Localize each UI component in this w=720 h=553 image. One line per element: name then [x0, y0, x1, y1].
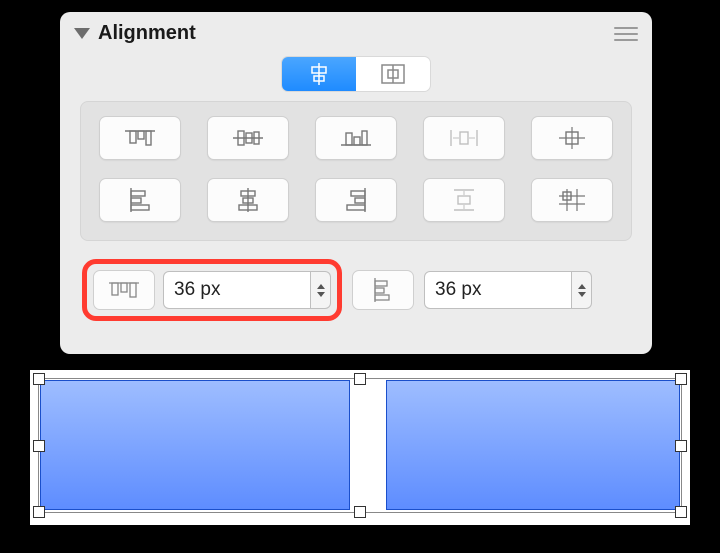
resize-handle[interactable] [33, 373, 45, 385]
horizontal-spacing-highlight: 36 px [82, 259, 342, 321]
align-grid-button[interactable] [531, 178, 613, 222]
spread-vertically-button[interactable] [423, 178, 505, 222]
distribute-h-icon [109, 279, 139, 301]
distribute-v-icon [371, 278, 395, 302]
align-bottom-button[interactable] [315, 116, 397, 160]
spread-horizontally-button[interactable] [423, 116, 505, 160]
stepper-down-icon [317, 292, 325, 297]
alignment-inspector-panel: Alignment [60, 12, 652, 354]
panel-menu-icon[interactable] [614, 27, 638, 41]
stepper-up-icon [578, 284, 586, 289]
align-horizontal-center-button[interactable] [207, 178, 289, 222]
alignment-button-grid [80, 101, 632, 241]
align-vertical-center-button[interactable] [207, 116, 289, 160]
resize-handle[interactable] [33, 506, 45, 518]
vertical-spacing-input[interactable]: 36 px [424, 271, 572, 309]
panel-title: Alignment [98, 22, 614, 45]
align-top-button[interactable] [99, 116, 181, 160]
canvas-area[interactable] [30, 370, 690, 525]
align-left-button[interactable] [99, 178, 181, 222]
align-center-both-button[interactable] [531, 116, 613, 160]
align-to-selection-segment[interactable] [282, 57, 356, 91]
horizontal-spacing-stepper[interactable] [311, 271, 331, 309]
stepper-up-icon [317, 284, 325, 289]
resize-handle[interactable] [675, 506, 687, 518]
vertical-spacing-stepper[interactable] [572, 271, 592, 309]
align-to-canvas-segment[interactable] [356, 57, 430, 91]
distribute-vertical-spacing-button[interactable] [352, 270, 414, 310]
resize-handle[interactable] [675, 440, 687, 452]
align-canvas-icon [380, 63, 406, 85]
resize-handle[interactable] [354, 506, 366, 518]
align-right-button[interactable] [315, 178, 397, 222]
resize-handle[interactable] [354, 373, 366, 385]
horizontal-spacing-input[interactable]: 36 px [163, 271, 311, 309]
disclosure-triangle-icon[interactable] [74, 28, 90, 39]
spacing-controls-row: 36 px 36 px [60, 241, 652, 321]
distribute-horizontal-spacing-button[interactable] [93, 270, 155, 310]
align-selection-icon [306, 63, 332, 85]
resize-handle[interactable] [675, 373, 687, 385]
stepper-down-icon [578, 292, 586, 297]
resize-handle[interactable] [33, 440, 45, 452]
selection-bounds [38, 378, 682, 513]
alignment-mode-segment [60, 57, 652, 91]
panel-header: Alignment [60, 12, 652, 51]
